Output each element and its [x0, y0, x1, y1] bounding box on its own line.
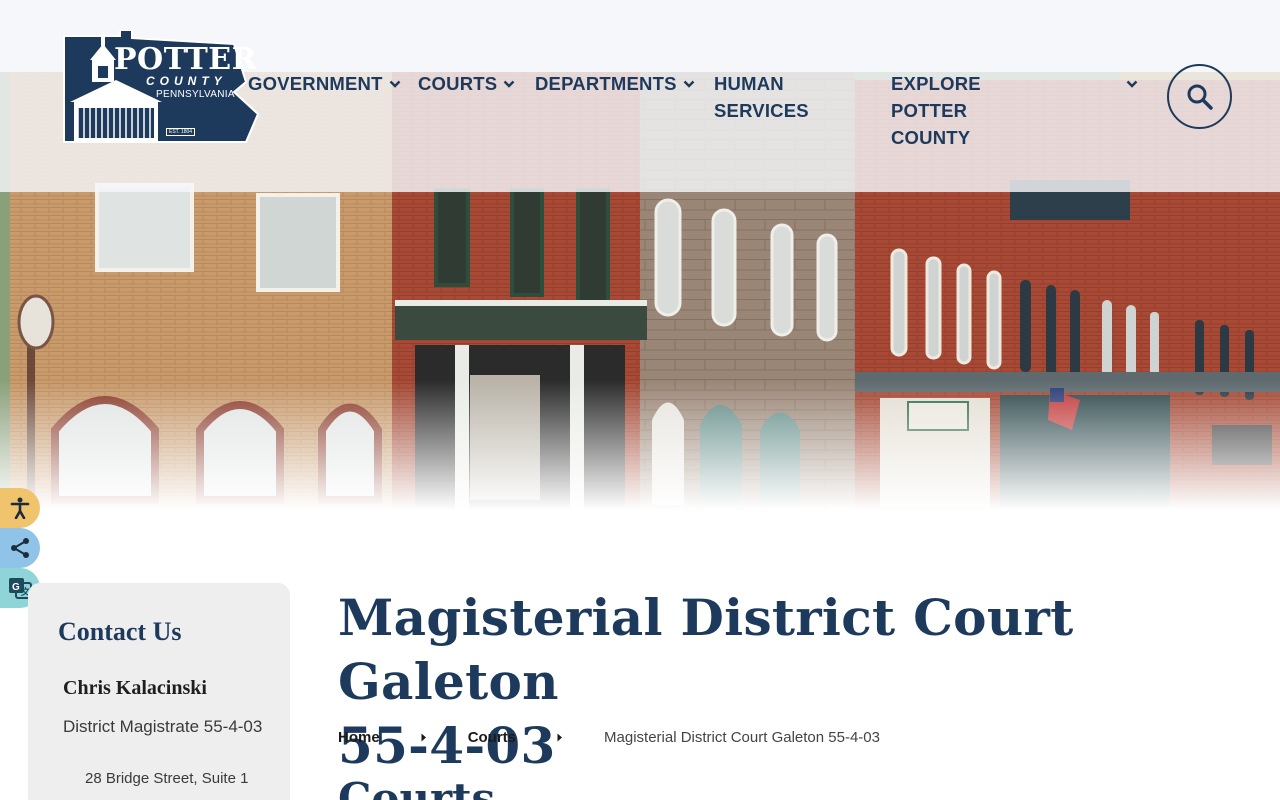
nav-item-human-services[interactable]: HUMAN SERVICES — [714, 70, 809, 124]
search-button[interactable] — [1167, 64, 1232, 129]
accessibility-icon — [10, 497, 30, 519]
chevron-down-icon — [389, 70, 401, 97]
chevron-down-icon — [1126, 70, 1138, 97]
contact-card: Contact Us Chris Kalacinski District Mag… — [28, 583, 290, 800]
logo-wordmark-state: PENNSYLVANIA — [156, 89, 235, 100]
contact-role: District Magistrate 55-4-03 — [63, 717, 263, 736]
county-logo[interactable]: POTTER COUNTY PENNSYLVANIA EST. 1804 — [62, 29, 260, 148]
breadcrumb-separator-icon — [516, 733, 604, 742]
logo-wordmark-potter: POTTER — [114, 42, 258, 77]
share-button[interactable] — [0, 528, 40, 568]
logo-est: EST. 1804 — [166, 128, 196, 136]
nav-item-government[interactable]: GOVERNMENT — [248, 70, 401, 97]
search-icon — [1187, 84, 1213, 110]
breadcrumb-courts[interactable]: Courts — [468, 729, 516, 746]
nav-label-human-services-line2: SERVICES — [714, 100, 809, 121]
breadcrumb-separator-icon — [380, 733, 468, 742]
nav-label-departments: DEPARTMENTS — [535, 73, 677, 94]
contact-address: 28 Bridge Street, Suite 1 — [85, 770, 249, 787]
contact-name: Chris Kalacinski — [63, 677, 207, 699]
nav-item-departments[interactable]: DEPARTMENTS — [535, 70, 695, 97]
chevron-down-icon — [683, 70, 695, 97]
contact-heading: Contact Us — [58, 617, 182, 646]
site-header: POTTER COUNTY PENNSYLVANIA EST. 1804 GOV… — [0, 0, 1280, 192]
nav-item-courts[interactable]: COURTS — [418, 70, 515, 97]
nav-label-courts: COURTS — [418, 73, 498, 94]
accessibility-button[interactable] — [0, 488, 40, 528]
section-heading: Courts — [338, 774, 496, 800]
nav-label-government: GOVERNMENT — [248, 73, 383, 94]
logo-wordmark-county: COUNTY — [146, 74, 227, 88]
page-title-line1: Magisterial District Court Galeton — [338, 588, 1074, 711]
page-title: Magisterial District Court Galeton 55-4-… — [338, 586, 1268, 778]
breadcrumb: Home Courts Magisterial District Court G… — [338, 729, 880, 746]
nav-label-explore-line1: EXPLORE POTTER — [891, 73, 981, 121]
breadcrumb-current: Magisterial District Court Galeton 55-4-… — [604, 729, 880, 746]
nav-label-explore-line2: COUNTY — [891, 127, 971, 148]
nav-item-explore-potter-county[interactable]: EXPLORE POTTER COUNTY — [891, 70, 981, 151]
chevron-down-icon — [503, 70, 515, 97]
share-icon — [11, 538, 29, 558]
nav-explore-dropdown-toggle[interactable] — [1126, 70, 1138, 97]
svg-text:G: G — [12, 582, 20, 593]
nav-label-human-services-line1: HUMAN — [714, 73, 784, 94]
breadcrumb-home[interactable]: Home — [338, 729, 380, 746]
